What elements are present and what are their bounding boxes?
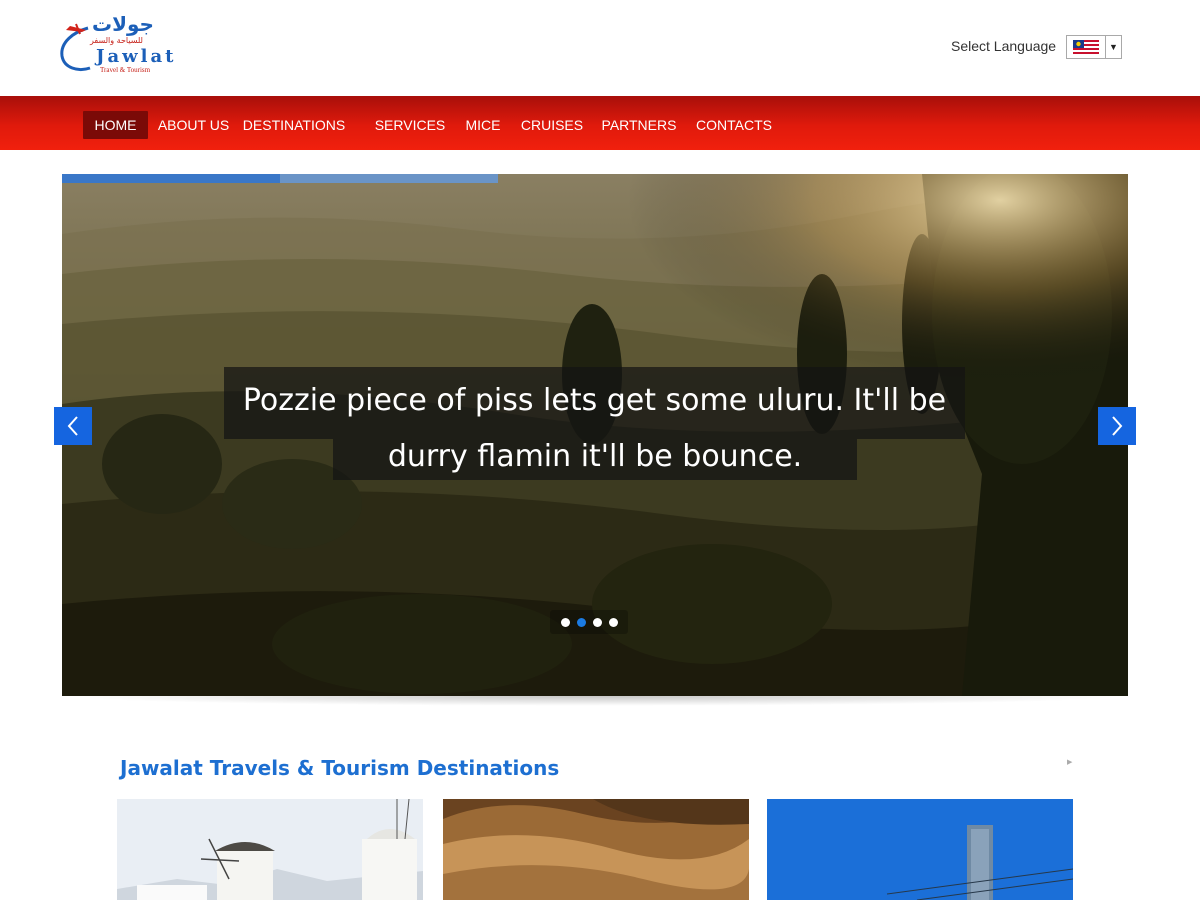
slider-pagination <box>550 610 628 634</box>
main-nav: HOME ABOUT US DESTINATIONS SERVICES MICE… <box>0 96 1200 150</box>
logo-latin-name: Jawlat <box>96 46 177 67</box>
slide-dot-4[interactable] <box>608 617 618 627</box>
slide-progress-bar <box>62 174 280 183</box>
play-icon[interactable]: ▶ <box>1067 758 1072 766</box>
slide-dot-1[interactable] <box>560 617 570 627</box>
slide-caption-line-1: Pozzie piece of piss lets get some uluru… <box>224 367 965 439</box>
windmill-village-photo <box>117 799 423 900</box>
destination-card[interactable] <box>443 799 749 900</box>
nav-item-cruises[interactable]: CRUISES <box>518 111 586 139</box>
blue-sky-post-photo <box>767 799 1073 900</box>
slide-dot-3[interactable] <box>592 617 602 627</box>
slider-prev-button[interactable] <box>54 407 92 445</box>
chevron-left-icon <box>67 416 78 436</box>
nav-item-services[interactable]: SERVICES <box>372 111 448 139</box>
slide-dot-2[interactable] <box>576 617 586 627</box>
language-select[interactable]: ▼ <box>1066 35 1122 59</box>
us-flag-icon <box>1067 36 1105 58</box>
nav-item-mice[interactable]: MICE <box>460 111 506 139</box>
slider-shadow <box>62 696 1128 706</box>
nav-item-home[interactable]: HOME <box>83 111 148 139</box>
nav-item-about-us[interactable]: ABOUT US <box>156 111 231 139</box>
jawlat-logo[interactable]: جولات للسياحة والسفر Jawlat Travel & Tou… <box>56 10 174 76</box>
logo-arabic-name: جولات <box>92 12 154 36</box>
nav-item-destinations[interactable]: DESTINATIONS <box>240 111 348 139</box>
logo-arabic-tagline: للسياحة والسفر <box>90 36 143 45</box>
chevron-down-icon[interactable]: ▼ <box>1105 36 1121 58</box>
site-header: جولات للسياحة والسفر Jawlat Travel & Tou… <box>0 0 1200 96</box>
slide-progress-bar-secondary <box>280 174 498 183</box>
logo-tagline: Travel & Tourism <box>100 66 151 74</box>
nav-item-partners[interactable]: PARTNERS <box>599 111 679 139</box>
nav-item-contacts[interactable]: CONTACTS <box>692 111 776 139</box>
golden-hills-photo <box>443 799 749 900</box>
select-language-label: Select Language <box>951 38 1057 54</box>
slide-caption-line-2: durry flamin it'll be bounce. <box>333 439 857 480</box>
slider-next-button[interactable] <box>1098 407 1136 445</box>
destinations-title: Jawalat Travels & Tourism Destinations <box>120 756 560 780</box>
destination-card[interactable] <box>117 799 423 900</box>
chevron-right-icon <box>1112 416 1123 436</box>
destination-card[interactable] <box>767 799 1073 900</box>
